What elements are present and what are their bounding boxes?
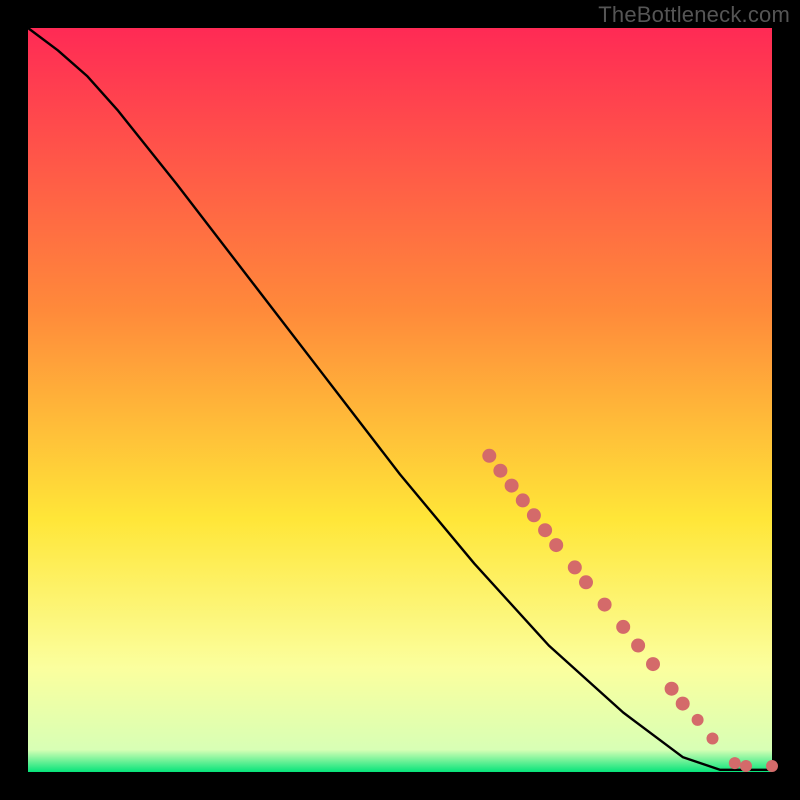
data-point: [692, 714, 704, 726]
data-point: [646, 657, 660, 671]
data-point: [729, 757, 741, 769]
data-point: [482, 449, 496, 463]
data-point: [516, 493, 530, 507]
data-point: [766, 760, 778, 772]
chart-svg: [0, 0, 800, 800]
data-point: [538, 523, 552, 537]
data-point: [579, 575, 593, 589]
data-point: [665, 682, 679, 696]
data-point: [676, 697, 690, 711]
data-point: [598, 598, 612, 612]
data-point: [505, 479, 519, 493]
data-point: [493, 464, 507, 478]
data-point: [631, 639, 645, 653]
data-point: [549, 538, 563, 552]
data-point: [527, 508, 541, 522]
watermark-text: TheBottleneck.com: [598, 2, 790, 28]
chart-container: { "watermark": "TheBottleneck.com", "cha…: [0, 0, 800, 800]
data-point: [740, 760, 752, 772]
data-point: [616, 620, 630, 634]
data-point: [707, 733, 719, 745]
data-point: [568, 560, 582, 574]
